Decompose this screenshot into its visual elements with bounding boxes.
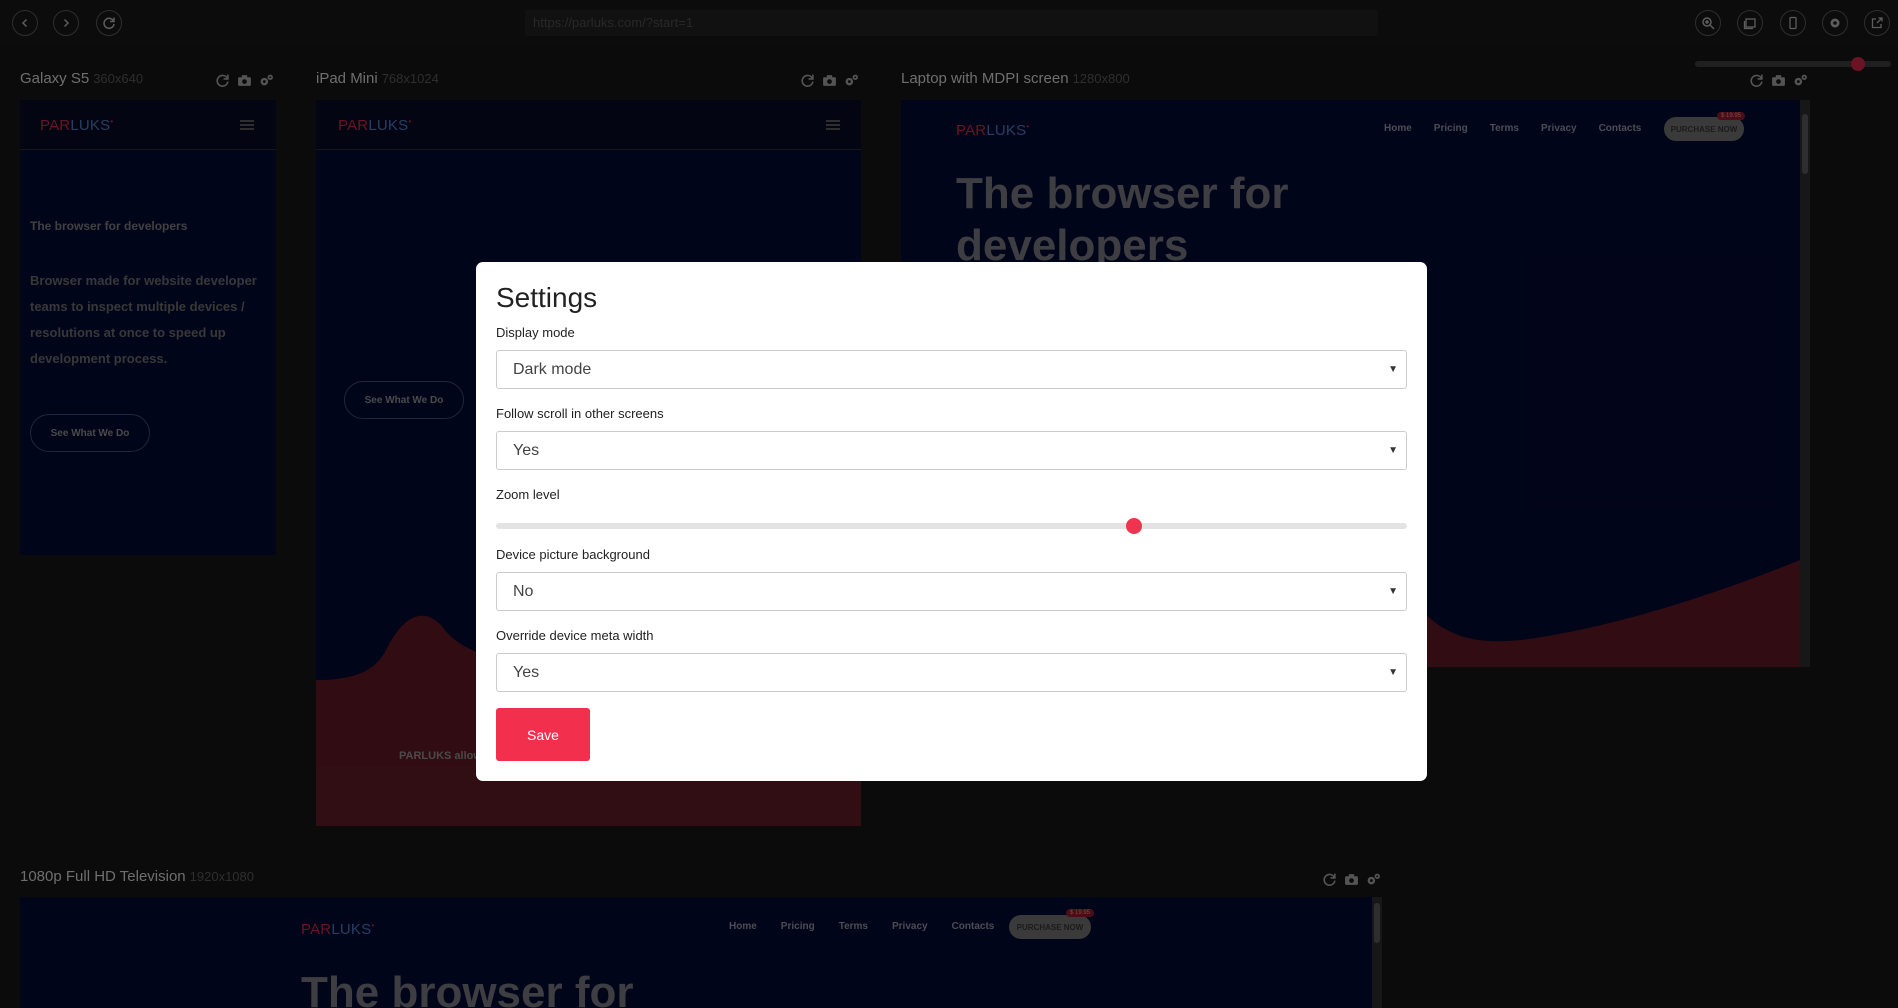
caret-down-icon: ▼ — [1388, 364, 1398, 375]
caret-down-icon: ▼ — [1388, 586, 1398, 597]
follow-scroll-label: Follow scroll in other screens — [496, 406, 664, 421]
follow-scroll-select[interactable]: Yes ▼ — [496, 431, 1407, 470]
caret-down-icon: ▼ — [1388, 445, 1398, 456]
zoom-level-label: Zoom level — [496, 487, 560, 502]
display-mode-value: Dark mode — [513, 361, 592, 378]
display-mode-label: Display mode — [496, 325, 575, 340]
override-meta-label: Override device meta width — [496, 628, 654, 643]
zoom-level-thumb[interactable] — [1125, 518, 1142, 534]
display-mode-select[interactable]: Dark mode ▼ — [496, 350, 1407, 389]
caret-down-icon: ▼ — [1388, 667, 1398, 678]
zoom-level-slider[interactable] — [496, 518, 1407, 534]
modal-title: Settings — [496, 282, 598, 313]
save-button[interactable]: Save — [496, 708, 590, 761]
device-bg-value: No — [513, 583, 534, 600]
device-bg-select[interactable]: No ▼ — [496, 572, 1407, 611]
override-meta-select[interactable]: Yes ▼ — [496, 653, 1407, 692]
device-bg-label: Device picture background — [496, 547, 650, 562]
settings-modal: Settings Display mode Dark mode ▼ Follow… — [476, 262, 1427, 781]
override-meta-value: Yes — [513, 664, 540, 681]
follow-scroll-value: Yes — [513, 442, 540, 459]
